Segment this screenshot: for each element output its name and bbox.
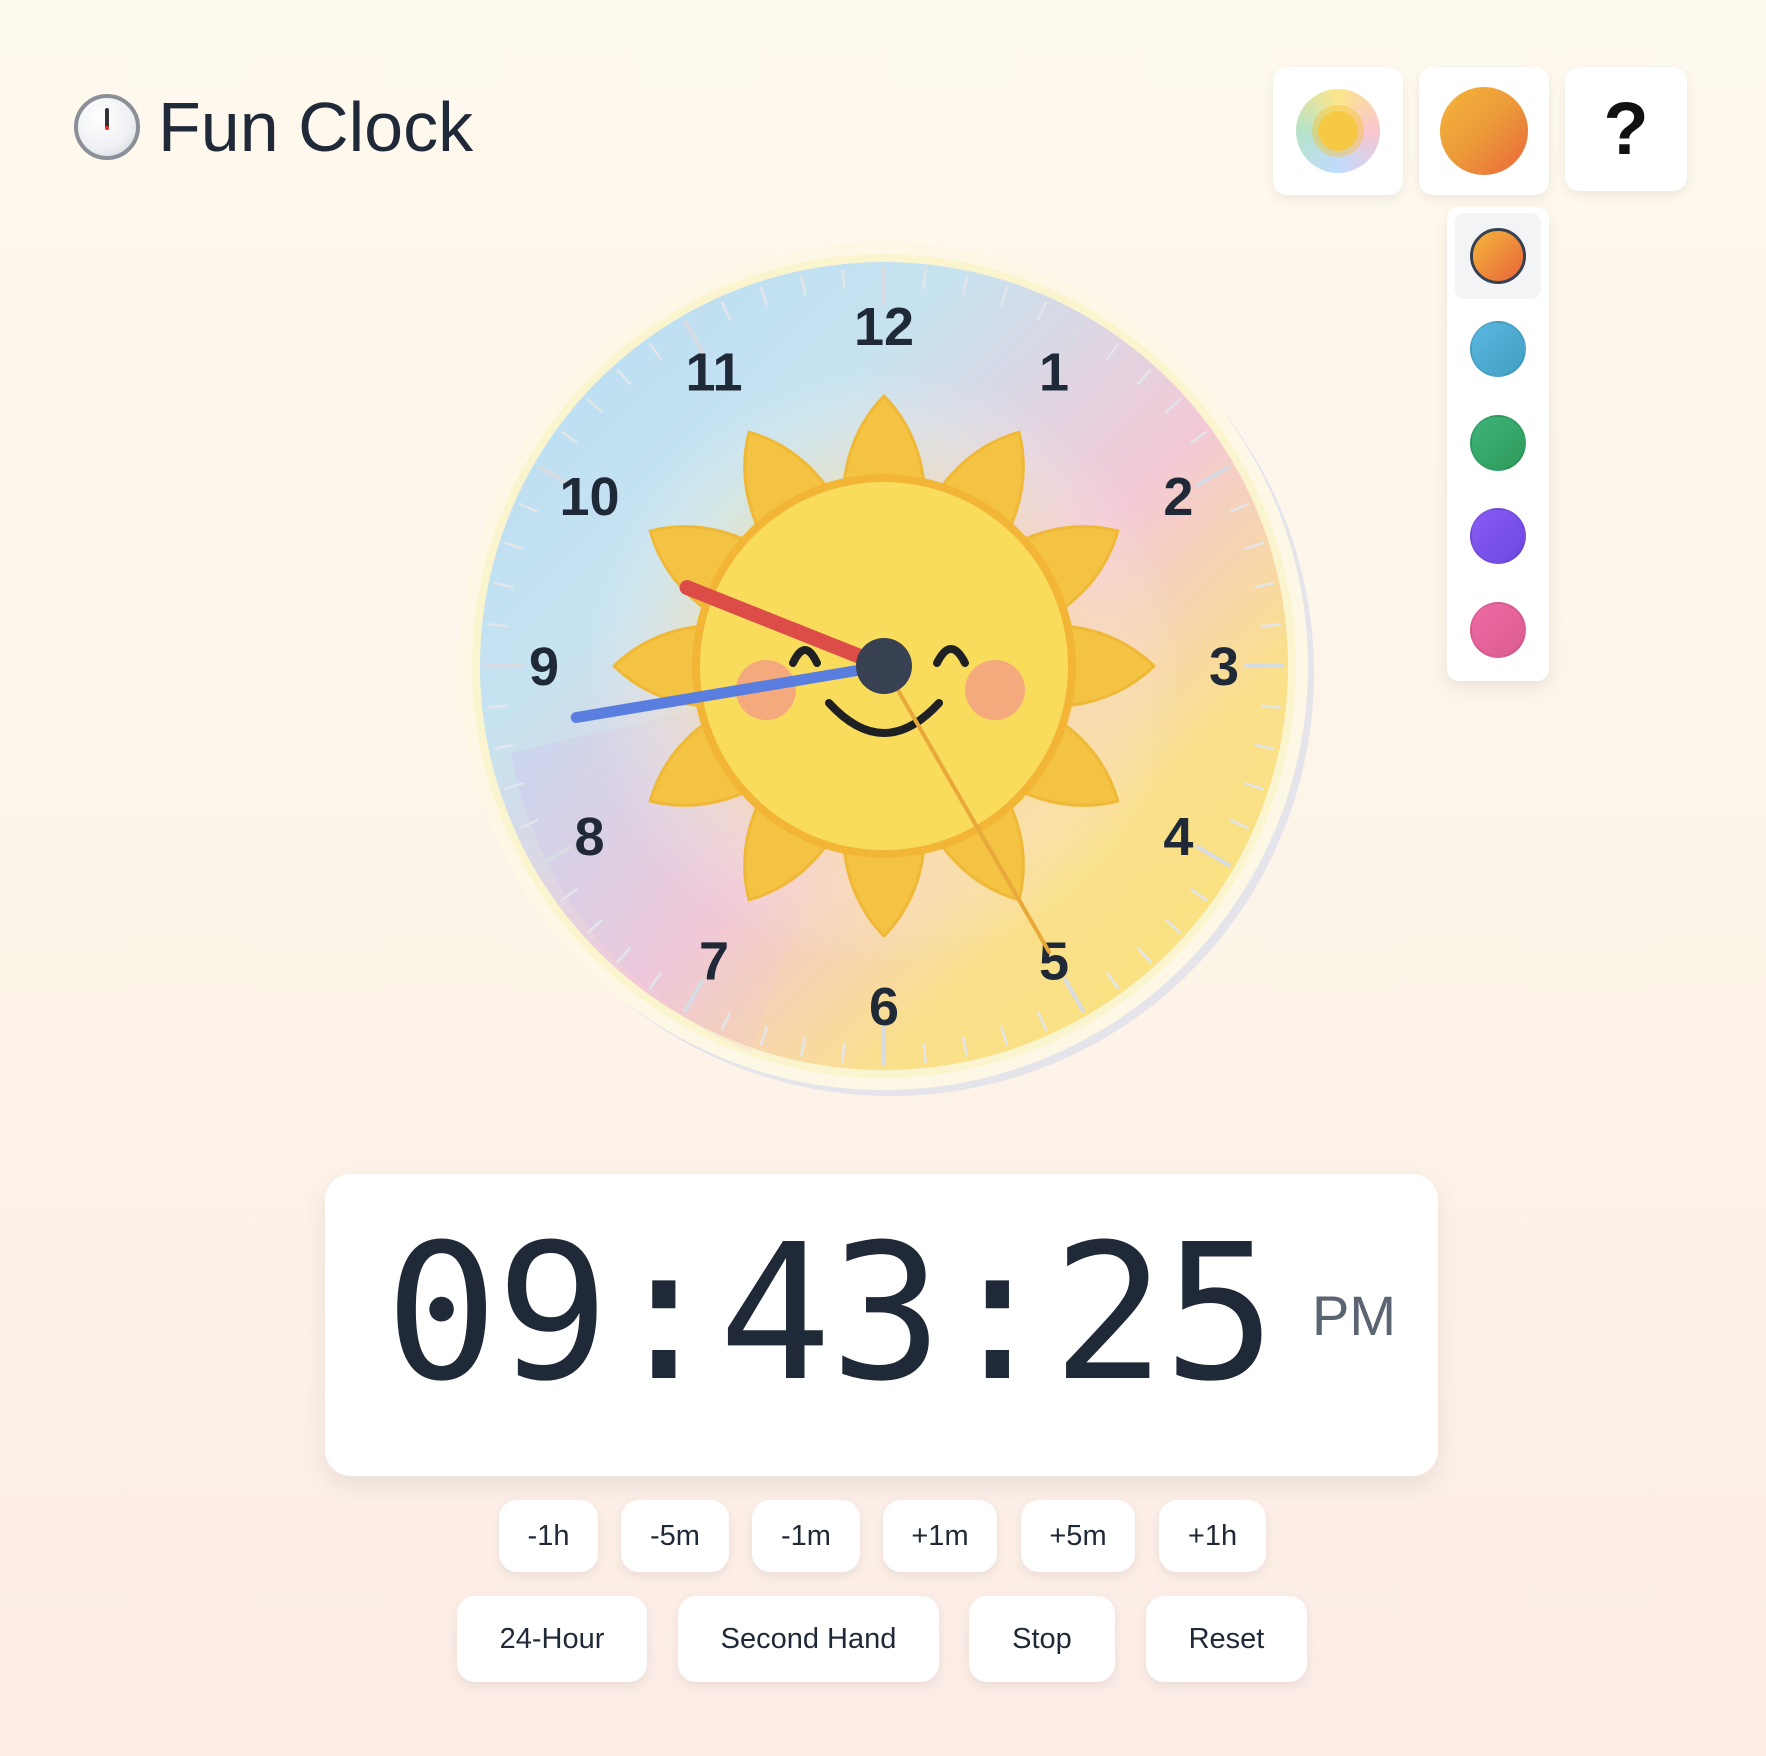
- analog-clock: 121234567891011: [460, 242, 1314, 1096]
- hour-number-9: 9: [529, 637, 559, 697]
- hour-number-1: 1: [1039, 343, 1069, 403]
- color-dot-purple: [1470, 508, 1526, 564]
- 24-hour-button[interactable]: 24-Hour: [457, 1596, 647, 1682]
- color-option-blue[interactable]: [1455, 306, 1541, 392]
- hour-number-7: 7: [699, 931, 729, 991]
- digital-ampm: PM: [1312, 1284, 1396, 1347]
- color-dot-green: [1470, 415, 1526, 471]
- color-option-purple[interactable]: [1455, 493, 1541, 579]
- app-title-text: Fun Clock: [158, 88, 474, 166]
- color-option-pink[interactable]: [1455, 587, 1541, 673]
- color-option-orange[interactable]: [1455, 213, 1541, 299]
- plus-1h-button[interactable]: +1h: [1159, 1500, 1266, 1572]
- minus-1h-button[interactable]: -1h: [499, 1500, 598, 1572]
- color-swatch-icon: [1440, 87, 1528, 175]
- hour-number-4: 4: [1163, 807, 1193, 867]
- minus-5m-button[interactable]: -5m: [621, 1500, 729, 1572]
- app-title: Fun Clock: [74, 92, 473, 162]
- hour-number-12: 12: [854, 297, 914, 357]
- help-label: ?: [1603, 87, 1649, 170]
- clock-icon: [74, 94, 140, 160]
- hour-number-2: 2: [1163, 467, 1193, 527]
- hour-number-10: 10: [560, 467, 620, 527]
- theme-button[interactable]: [1273, 67, 1403, 195]
- color-dot-pink: [1470, 602, 1526, 658]
- plus-5m-button[interactable]: +5m: [1021, 1500, 1135, 1572]
- digital-time: 09:43:25: [385, 1204, 1276, 1423]
- second-hand-button[interactable]: Second Hand: [678, 1596, 939, 1682]
- color-menu: [1447, 207, 1549, 681]
- hour-number-3: 3: [1209, 637, 1239, 697]
- sun-theme-icon: [1296, 89, 1380, 173]
- clock-center: [856, 638, 912, 694]
- hour-number-11: 11: [685, 343, 742, 403]
- digital-display: 09:43:25 PM: [325, 1174, 1438, 1476]
- minus-1m-button[interactable]: -1m: [752, 1500, 860, 1572]
- color-dot-blue: [1470, 321, 1526, 377]
- hour-number-6: 6: [869, 977, 899, 1037]
- help-button[interactable]: ?: [1565, 67, 1687, 191]
- plus-1m-button[interactable]: +1m: [883, 1500, 997, 1572]
- color-option-green[interactable]: [1455, 400, 1541, 486]
- color-button[interactable]: [1419, 67, 1549, 195]
- color-dot-orange: [1470, 228, 1526, 284]
- sun-cheek-right: [965, 660, 1025, 720]
- hour-number-8: 8: [575, 807, 605, 867]
- stop-button[interactable]: Stop: [969, 1596, 1115, 1682]
- reset-button[interactable]: Reset: [1146, 1596, 1307, 1682]
